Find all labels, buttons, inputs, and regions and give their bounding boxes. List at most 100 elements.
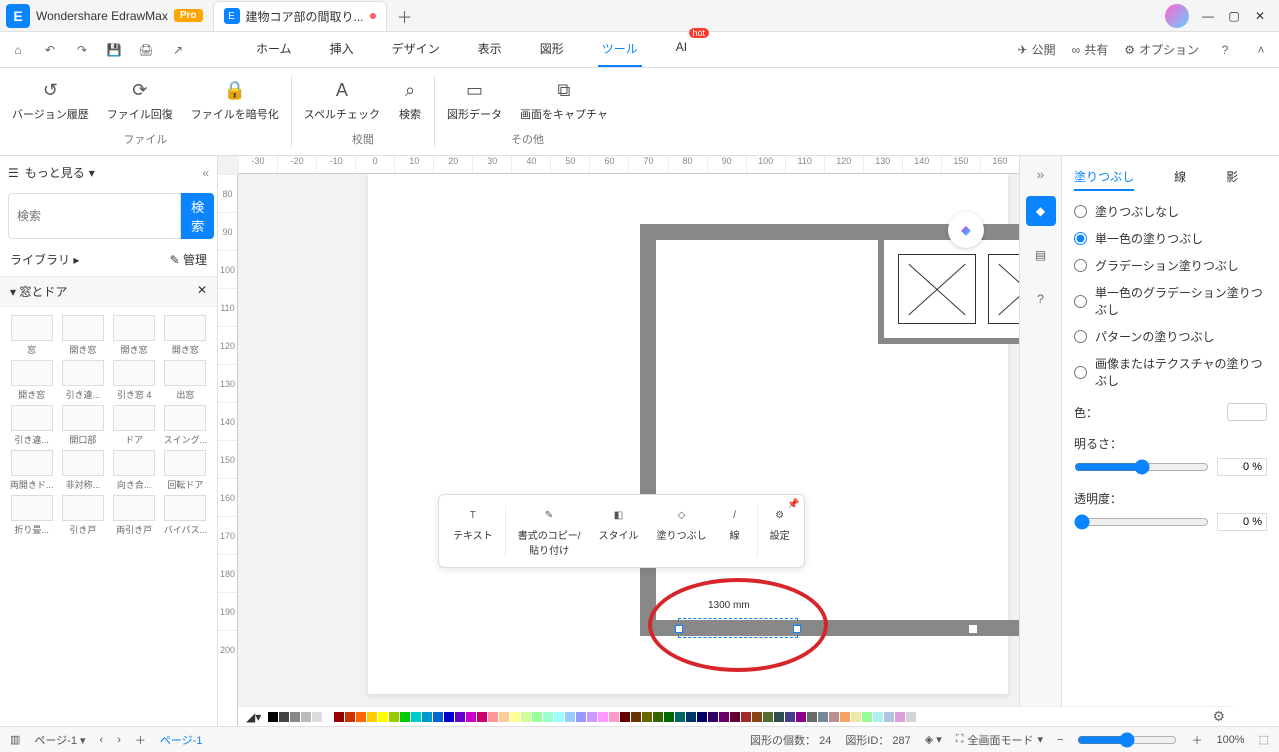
shape-出窓[interactable]: 出窓 <box>162 360 209 401</box>
ft-書式のコピー/ 貼り付け[interactable]: ✎書式のコピー/ 貼り付け <box>510 501 589 561</box>
color-swatch[interactable] <box>411 712 421 722</box>
shape-向き合...[interactable]: 向き合... <box>111 450 158 491</box>
search-button[interactable]: 検索 <box>181 193 214 239</box>
fill-option-0[interactable]: 塗りつぶしなし <box>1074 203 1267 220</box>
color-swatch[interactable] <box>609 712 619 722</box>
shape-引き違...[interactable]: 引き違... <box>59 360 106 401</box>
ribbon-ファイルを暗号化[interactable]: 🔒ファイルを暗号化 <box>191 78 279 122</box>
ft-線[interactable]: /線 <box>717 501 753 561</box>
shape-バイパス...[interactable]: バイパス... <box>162 495 209 536</box>
color-swatch[interactable] <box>367 712 377 722</box>
color-swatch[interactable] <box>774 712 784 722</box>
layout-icon[interactable]: ▥ <box>10 733 20 746</box>
collapse-ribbon-icon[interactable]: ˄ <box>1251 40 1271 60</box>
export-icon[interactable]: ↗ <box>168 40 188 60</box>
color-swatch[interactable] <box>576 712 586 722</box>
layers-icon[interactable]: ◈ ▾ <box>925 733 942 746</box>
zoom-out-icon[interactable]: − <box>1057 734 1063 746</box>
brightness-slider[interactable] <box>1074 459 1209 475</box>
color-swatch[interactable] <box>279 712 289 722</box>
color-swatch[interactable] <box>532 712 542 722</box>
menu-tab-ツール[interactable]: ツール <box>598 32 642 67</box>
fill-option-5[interactable]: 画像またはテクスチャの塗りつぶし <box>1074 355 1267 389</box>
zoom-in-icon[interactable]: ＋ <box>1191 732 1202 748</box>
fill-option-3[interactable]: 単一色のグラデーション塗りつぶし <box>1074 284 1267 318</box>
ribbon-図形データ[interactable]: ▭図形データ <box>447 78 502 122</box>
shape-窓[interactable]: 窓 <box>8 315 55 356</box>
page-selector[interactable]: ページ-1 ▾ <box>34 732 85 748</box>
color-swatch[interactable] <box>807 712 817 722</box>
color-swatch[interactable] <box>642 712 652 722</box>
shape-非対称...[interactable]: 非対称... <box>59 450 106 491</box>
ribbon-ファイル回復[interactable]: ⟳ファイル回復 <box>107 78 173 122</box>
ft-テキスト[interactable]: Tテキスト <box>445 501 501 561</box>
save-icon[interactable]: 💾 <box>104 40 124 60</box>
color-swatch[interactable] <box>378 712 388 722</box>
page-tool-icon[interactable]: ▤ <box>1026 240 1056 270</box>
more-button[interactable]: もっと見る ▾ <box>25 164 197 181</box>
color-swatch[interactable] <box>697 712 707 722</box>
shape-開き窓[interactable]: 開き窓 <box>111 315 158 356</box>
brightness-value[interactable] <box>1217 458 1267 476</box>
color-swatch[interactable] <box>730 712 740 722</box>
color-swatch[interactable] <box>290 712 300 722</box>
shape-回転ドア[interactable]: 回転ドア <box>162 450 209 491</box>
color-swatch[interactable] <box>499 712 509 722</box>
wall[interactable] <box>640 224 656 636</box>
color-swatch[interactable] <box>829 712 839 722</box>
options-button[interactable]: ⚙ オプション <box>1124 41 1199 58</box>
user-avatar[interactable] <box>1165 4 1189 28</box>
menu-tab-ホーム[interactable]: ホーム <box>252 32 296 67</box>
fit-icon[interactable]: ⬚ <box>1259 733 1269 746</box>
print-icon[interactable]: 🖨 <box>136 40 156 60</box>
color-swatch[interactable] <box>356 712 366 722</box>
color-swatch[interactable] <box>554 712 564 722</box>
color-swatch[interactable] <box>620 712 630 722</box>
page-surface[interactable]: 1300 mm <box>368 174 1008 694</box>
section-close-icon[interactable]: ✕ <box>197 283 207 300</box>
add-page-icon[interactable]: ＋ <box>135 732 146 748</box>
redo-icon[interactable]: ↷ <box>72 40 92 60</box>
library-label[interactable]: ライブラリ ▸ <box>10 251 79 268</box>
window-shape[interactable] <box>878 234 1019 344</box>
canvas-area[interactable]: -30-20-100102030405060708090100110120130… <box>218 156 1019 726</box>
color-swatch[interactable] <box>510 712 520 722</box>
color-swatch[interactable] <box>906 712 916 722</box>
color-swatch[interactable] <box>488 712 498 722</box>
color-swatch[interactable] <box>301 712 311 722</box>
rp-tab-塗りつぶし[interactable]: 塗りつぶし <box>1074 164 1134 191</box>
fill-option-1[interactable]: 単一色の塗りつぶし <box>1074 230 1267 247</box>
ai-assistant-icon[interactable]: ◆ <box>948 212 984 248</box>
menu-tab-挿入[interactable]: 挿入 <box>326 32 358 67</box>
page-tab[interactable]: ページ-1 <box>160 732 203 748</box>
color-swatch[interactable] <box>752 712 762 722</box>
color-swatch[interactable] <box>675 712 685 722</box>
fill-option-2[interactable]: グラデーション塗りつぶし <box>1074 257 1267 274</box>
pin-icon[interactable]: 📌 <box>787 499 799 510</box>
color-swatch[interactable] <box>477 712 487 722</box>
ft-スタイル[interactable]: ◧スタイル <box>590 501 646 561</box>
rp-tab-線[interactable]: 線 <box>1174 164 1186 191</box>
color-swatch[interactable] <box>686 712 696 722</box>
zoom-value[interactable]: 100% <box>1216 734 1244 746</box>
color-swatch[interactable] <box>818 712 828 722</box>
color-swatch[interactable] <box>466 712 476 722</box>
publish-button[interactable]: ✈ 公開 <box>1018 41 1056 58</box>
ribbon-バージョン履歴[interactable]: ↺バージョン履歴 <box>12 78 89 122</box>
color-swatch[interactable] <box>345 712 355 722</box>
shape-ドア[interactable]: ドア <box>111 405 158 446</box>
shape-折り畳...[interactable]: 折り畳... <box>8 495 55 536</box>
color-swatch[interactable] <box>763 712 773 722</box>
color-swatch[interactable] <box>455 712 465 722</box>
color-swatch[interactable] <box>521 712 531 722</box>
color-swatch[interactable] <box>653 712 663 722</box>
undo-icon[interactable]: ↶ <box>40 40 60 60</box>
color-swatch[interactable] <box>400 712 410 722</box>
shape-両引き戸[interactable]: 両引き戸 <box>111 495 158 536</box>
opacity-slider[interactable] <box>1074 514 1209 530</box>
color-swatch[interactable] <box>565 712 575 722</box>
menu-tab-デザイン[interactable]: デザイン <box>388 32 444 67</box>
expand-panel-icon[interactable]: » <box>1037 166 1045 182</box>
fill-option-4[interactable]: パターンの塗りつぶし <box>1074 328 1267 345</box>
ribbon-スペルチェック[interactable]: Aスペルチェック <box>304 78 380 122</box>
